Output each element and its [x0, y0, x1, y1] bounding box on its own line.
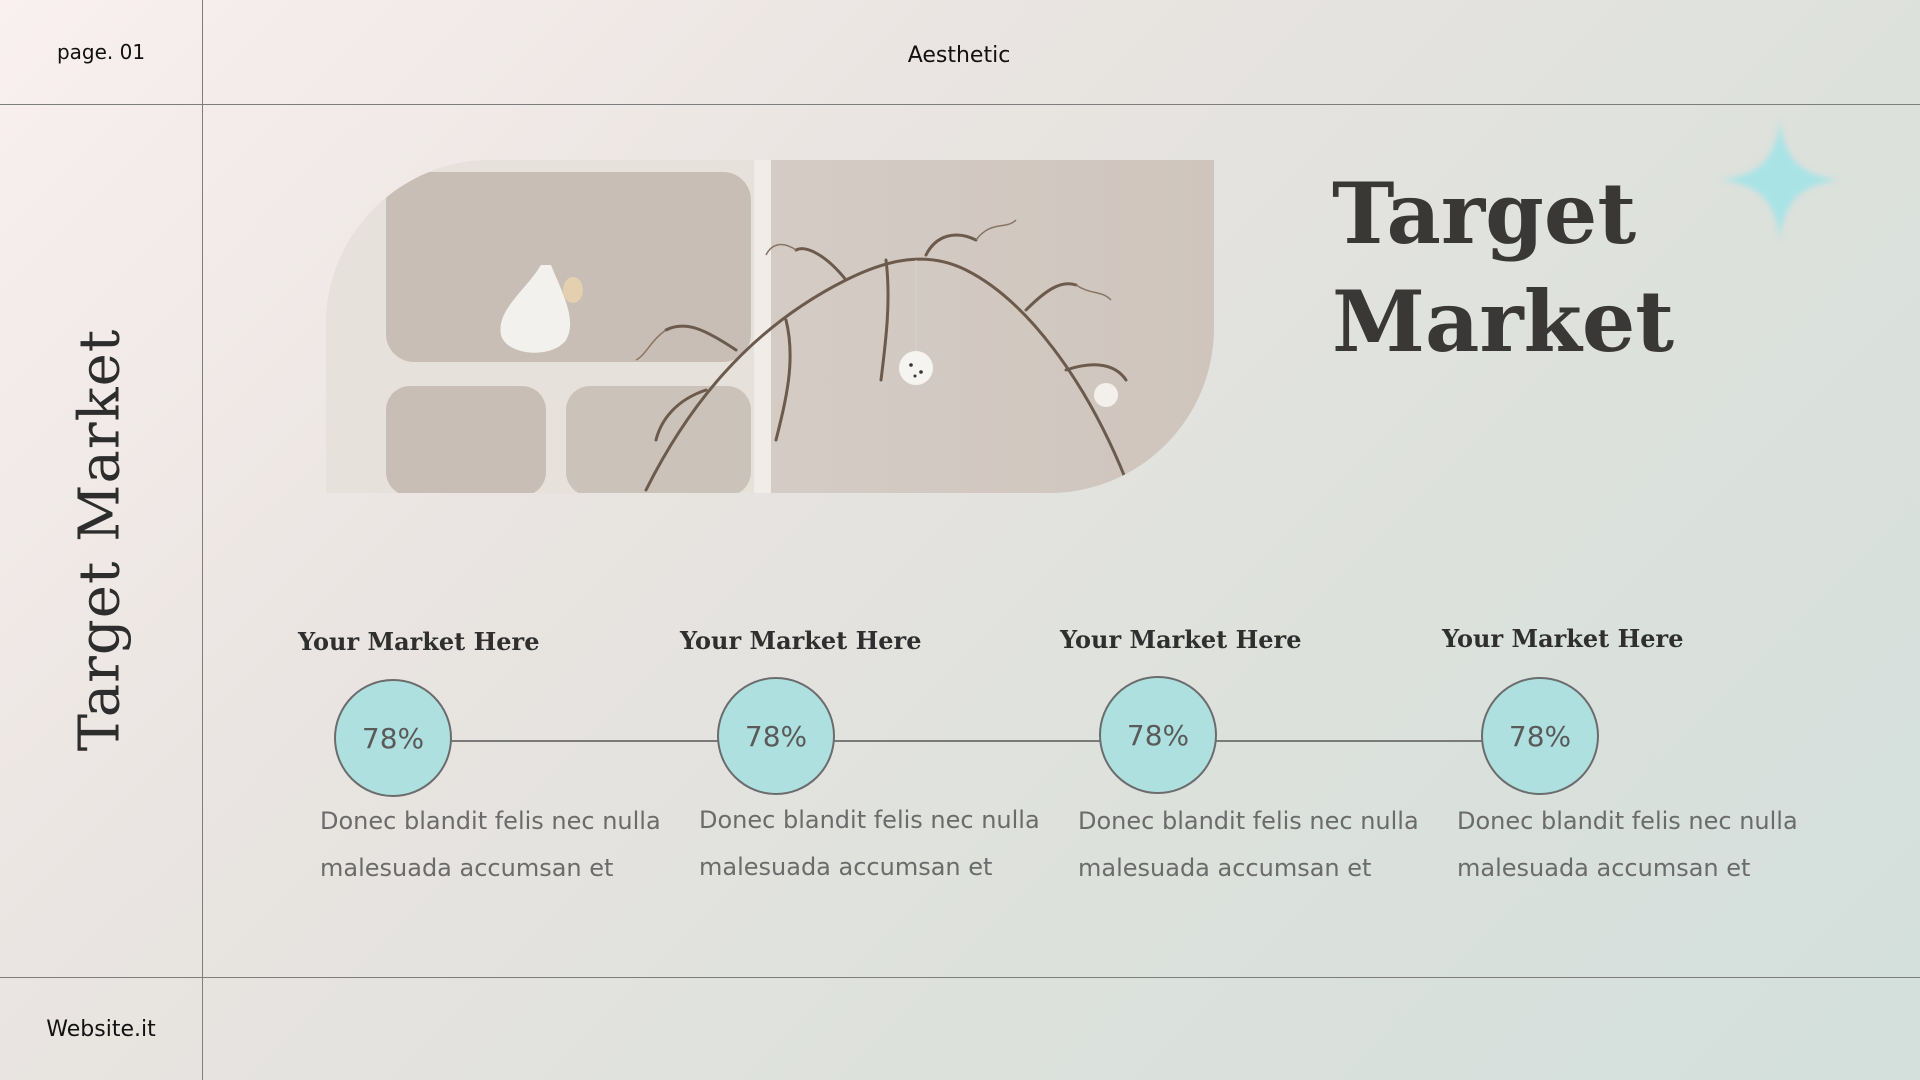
footer-divider [0, 977, 1920, 978]
main-title: Target Market [1332, 160, 1752, 376]
header-title: Aesthetic [907, 42, 1011, 68]
percent-circle: 78% [1099, 676, 1217, 794]
percent-circle: 78% [717, 677, 835, 795]
page-number: page. 01 [56, 40, 146, 64]
sidebar-divider [202, 0, 203, 1080]
item-description: Donec blandit felis nec nulla malesuada … [1457, 807, 1798, 882]
item-heading: Your Market Here [1442, 624, 1684, 653]
item-description: Donec blandit felis nec nulla malesuada … [1078, 807, 1419, 882]
percent-circle: 78% [334, 679, 452, 797]
main-title-line2: Market [1332, 272, 1675, 371]
percent-circle: 78% [1481, 677, 1599, 795]
website-link[interactable]: Website.it [0, 978, 202, 1080]
item-heading: Your Market Here [1060, 625, 1302, 654]
hero-image [326, 160, 1214, 493]
vertical-title: Target Market [67, 328, 133, 752]
item-description: Donec blandit felis nec nulla malesuada … [699, 806, 1040, 881]
main-title-line1: Target [1332, 164, 1637, 263]
item-heading: Your Market Here [680, 626, 922, 655]
item-description: Donec blandit felis nec nulla malesuada … [320, 807, 661, 882]
timeline-connector [392, 740, 1540, 742]
item-heading: Your Market Here [298, 627, 540, 656]
